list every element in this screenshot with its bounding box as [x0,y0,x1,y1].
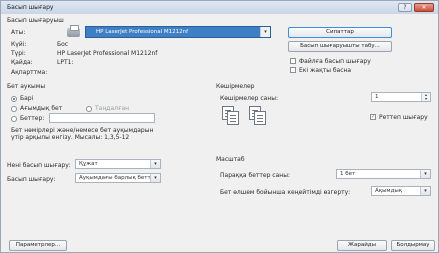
pages-input[interactable] [49,113,155,123]
find-printer-button[interactable]: Басып шығаруышты табу... [288,41,392,52]
printer-section-header: Басып шығаруыш [7,17,64,24]
print-to-file-label: Файлға басып шығару [299,58,371,65]
print-label: Басып шығару: [7,176,56,183]
range-current-radio[interactable] [11,106,17,112]
collate-page-icon-2 [227,111,239,125]
page-range-header: Бет аукымы [7,83,46,90]
ok-button[interactable]: Жарайды [337,240,387,251]
range-selection-radio[interactable] [86,106,92,112]
printer-name-label: Аты: [11,29,26,36]
type-label: Түрі: [11,50,26,57]
type-value: HP LaserJet Professional M1212nf [57,50,158,57]
cancel-button[interactable]: Болдырмау [391,240,435,251]
pages-per-sheet-value: 1 бет [340,171,356,177]
printer-name-select[interactable]: HP LaserJet Professional M1212nf ▾ [85,26,271,38]
comment-label: Ақпарттма: [11,69,48,76]
zoom-header: Масштаб [216,156,245,163]
range-selection-label: Таңдалған [95,105,130,112]
properties-button[interactable]: Сипаттар [288,27,392,38]
chevron-down-icon: ▾ [260,27,270,37]
print-what-select[interactable]: Құжат ▾ [75,159,161,169]
printer-icon [67,25,80,37]
print-dialog: Басып шығару ? ✕ Басып шығаруыш Аты: HP … [0,0,439,253]
chevron-down-icon: ▾ [420,170,430,178]
manual-duplex-label: Екі жақты басна [299,67,352,74]
print-value: Ауқымдағы барлық беттер [79,175,158,181]
copies-number-input[interactable]: 1 ▴ ▾ [371,92,431,102]
print-select[interactable]: Ауқымдағы барлық беттер ▾ [75,173,161,183]
printer-name-value: HP LaserJet Professional M1212nf [96,29,189,35]
collate-checkbox[interactable]: ✓ [370,114,376,120]
print-what-value: Құжат [79,161,98,167]
range-pages-radio[interactable] [11,116,17,122]
copies-header: Көшірмелер [216,83,255,90]
where-value: LPT1: [57,59,74,66]
print-to-file-checkbox[interactable] [290,58,296,64]
scale-label: Бет өлшем бойынша кеңейтімді өзгерту: [220,189,351,196]
help-button[interactable]: ? [398,3,412,12]
manual-duplex-checkbox[interactable] [290,67,296,73]
scale-select[interactable]: Ақымдық ▾ [371,186,431,196]
collate-label: Реттеп шығару [379,114,428,121]
chevron-down-icon: ▾ [420,187,430,195]
copies-number-label: Көшірмелер саны: [220,95,279,102]
scale-value: Ақымдық [375,188,403,194]
range-pages-label: Беттер: [20,115,45,122]
status-label: Күйі: [11,41,27,48]
print-what-label: Нені басып шығару: [7,162,71,169]
where-label: Қайда: [11,59,33,66]
range-all-radio[interactable] [11,96,17,102]
pages-per-sheet-label: Параққа беттер саны: [220,172,290,179]
range-current-label: Ағымдық бет [20,105,63,112]
chevron-down-icon: ▾ [150,174,160,182]
copies-number-value: 1 [375,94,379,100]
pages-per-sheet-select[interactable]: 1 бет ▾ [336,169,431,179]
options-button[interactable]: Параметрлер... [9,240,67,251]
collate-page-icon-4 [254,111,266,125]
close-button[interactable]: ✕ [414,3,434,12]
window-title: Басып шығару [7,4,54,11]
range-all-label: Барі [20,95,34,102]
title-bar: Басып шығару ? ✕ [1,1,438,14]
pages-hint: Бет нөмірлері және/немесе бет ауқымдарын… [11,127,154,141]
spinner-icon[interactable]: ▴ ▾ [421,93,430,101]
status-value: Бос [57,41,69,48]
chevron-down-icon: ▾ [150,160,160,168]
